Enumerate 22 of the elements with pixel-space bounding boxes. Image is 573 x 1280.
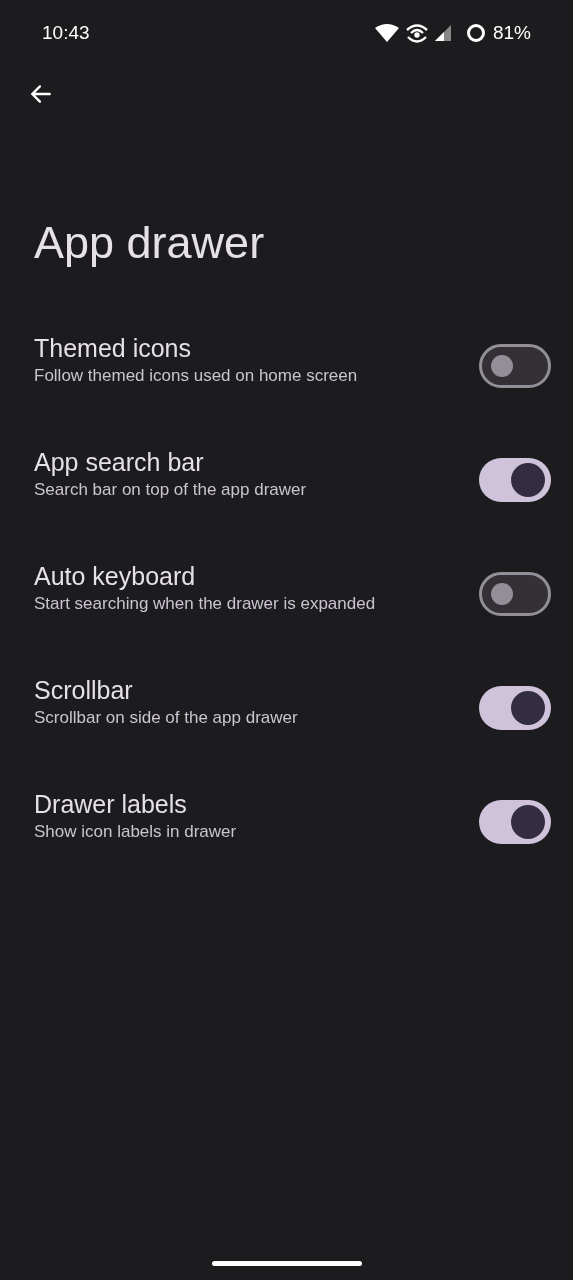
status-time: 10:43 — [42, 22, 90, 44]
setting-title: Scrollbar — [34, 675, 133, 706]
toggle-switch[interactable] — [479, 686, 551, 730]
setting-title: Auto keyboard — [34, 561, 196, 592]
toggle-switch[interactable] — [479, 572, 551, 616]
setting-description: Scrollbar on side of the app drawer — [34, 707, 298, 729]
setting-title: Themed icons — [34, 333, 192, 364]
toggle-switch[interactable] — [479, 458, 551, 502]
toggle-switch[interactable] — [479, 344, 551, 388]
signal-icon — [434, 25, 451, 41]
setting-title: Drawer labels — [34, 789, 187, 820]
setting-description: Search bar on top of the app drawer — [34, 479, 307, 501]
setting-description: Show icon labels in drawer — [34, 821, 237, 843]
page-title: App drawer — [34, 218, 266, 268]
setting-description: Start searching when the drawer is expanded — [34, 593, 376, 615]
toggle-switch[interactable] — [479, 800, 551, 844]
wifi-icon — [374, 24, 399, 42]
setting-title: App search bar — [34, 447, 204, 478]
setting-description: Follow themed icons used on home screen — [34, 365, 358, 387]
battery-icon — [464, 22, 487, 44]
battery-percent: 81% — [492, 22, 531, 44]
hotspot-icon — [404, 22, 429, 44]
